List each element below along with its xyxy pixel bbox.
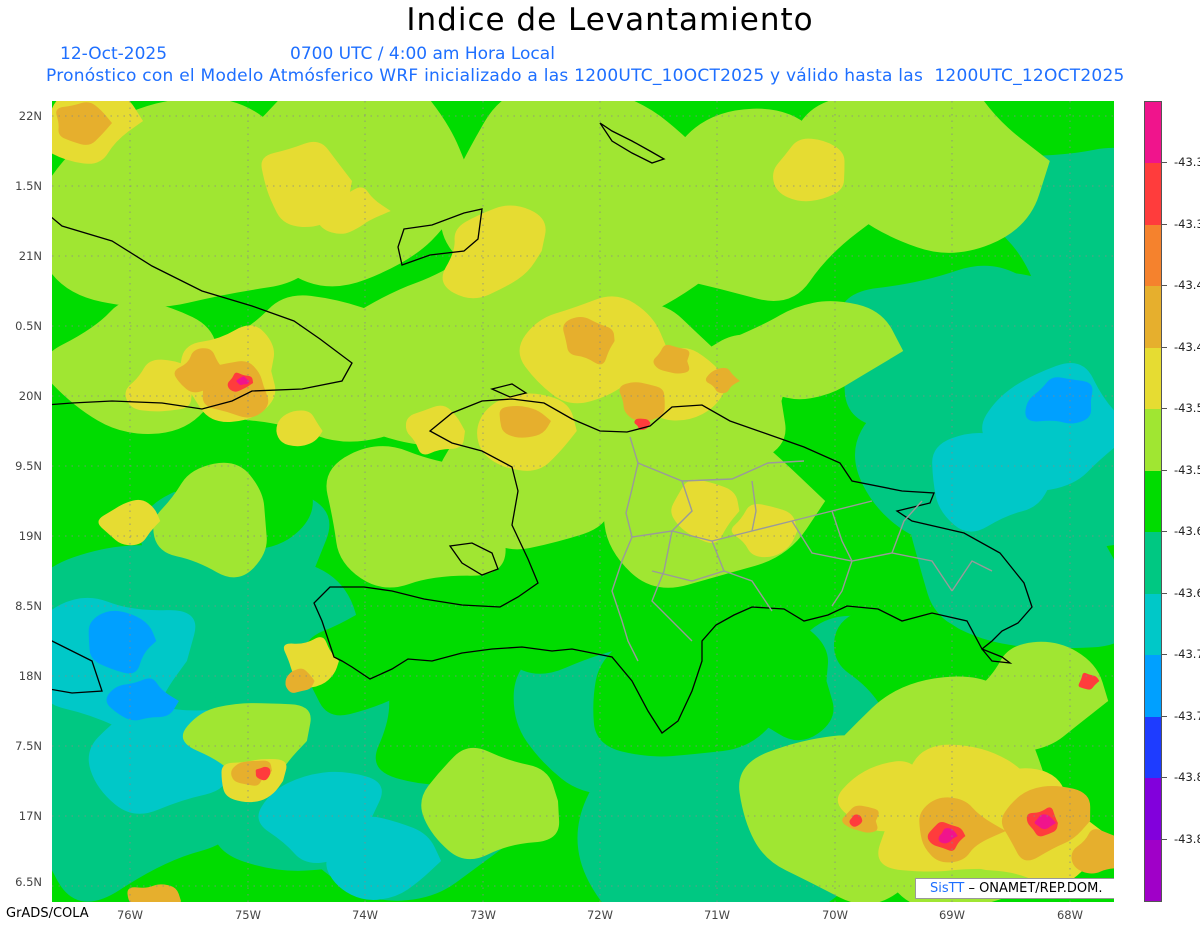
colorbar-tick: [1162, 285, 1167, 287]
colorbar-tick: [1162, 346, 1167, 348]
map-field: [52, 101, 1114, 902]
colorbar-box: [1145, 655, 1161, 718]
colorbar-label: -43.6: [1174, 524, 1200, 539]
colorbar-tick: [1162, 592, 1167, 594]
lat-label: 1.5N: [15, 179, 42, 193]
colorbar-box: [1145, 532, 1161, 595]
colorbar-label: -43.3: [1174, 155, 1200, 170]
map-title: Indice de Levantamiento: [406, 2, 814, 38]
colorbar-tick: [1162, 715, 1167, 717]
colorbar-label: -43.8: [1174, 831, 1200, 846]
colorbar-box: [1145, 716, 1161, 779]
lat-label: 6.5N: [15, 875, 42, 889]
credit-org: – ONAMET/REP.DOM.: [968, 881, 1103, 896]
lat-label: 22N: [18, 109, 42, 123]
colorbar-tick: [1162, 838, 1167, 840]
lon-label: 73W: [469, 908, 496, 922]
colorbar-tick: [1162, 777, 1167, 779]
colorbar-box: [1145, 593, 1161, 656]
lat-label: 17N: [18, 809, 42, 823]
lon-label: 71W: [703, 908, 730, 922]
colorbar-box: [1145, 347, 1161, 410]
lon-label: 76W: [116, 908, 143, 922]
colorbar-label: -43.8: [1174, 770, 1200, 785]
colorbar-label: -43.4: [1174, 278, 1200, 293]
colorbar-tick: [1162, 162, 1167, 164]
lifted-index-map: SisTT – ONAMET/REP.DOM.: [52, 101, 1114, 902]
colorbar-box: [1145, 286, 1161, 349]
colorbar-box: [1145, 470, 1161, 533]
contour-field: [52, 101, 1114, 902]
lat-label: 21N: [18, 249, 42, 263]
colorbar-tick: [1162, 531, 1167, 533]
colorbar-box: [1145, 409, 1161, 472]
colorbar-box: [1145, 102, 1161, 164]
lat-label: 18N: [18, 669, 42, 683]
lon-label: 70W: [821, 908, 848, 922]
colorbar-tick: [1162, 654, 1167, 656]
colorbar-label: -43.5: [1174, 462, 1200, 477]
colorbar-box: [1145, 839, 1161, 902]
colorbar-label: -43.6: [1174, 585, 1200, 600]
lat-label: 0.5N: [15, 319, 42, 333]
colorbar-label: -43.3: [1174, 216, 1200, 231]
lon-label: 68W: [1056, 908, 1083, 922]
colorbar-label: -43.5: [1174, 401, 1200, 416]
colorbar-label: -43.7: [1174, 647, 1200, 662]
colorbar-label: -43.7: [1174, 708, 1200, 723]
colorbar-box: [1145, 224, 1161, 287]
lon-label: 75W: [234, 908, 261, 922]
colorbar-label: -43.4: [1174, 339, 1200, 354]
lat-label: 20N: [18, 389, 42, 403]
colorbar-box: [1145, 163, 1161, 226]
colorbar-tick: [1162, 223, 1167, 225]
lat-label: 19N: [18, 529, 42, 543]
sistt-logo: SisTT: [930, 881, 965, 896]
grads-footer: GrADS/COLA: [6, 906, 89, 921]
colorbar-tick: [1162, 408, 1167, 410]
lon-label: 74W: [351, 908, 378, 922]
colorbar-box: [1145, 778, 1161, 841]
credit-box: SisTT – ONAMET/REP.DOM.: [915, 878, 1114, 899]
lon-label: 69W: [938, 908, 965, 922]
lat-label: 8.5N: [15, 599, 42, 613]
model-caption: Pronóstico con el Modelo Atmósferico WRF…: [46, 66, 1125, 86]
forecast-time: 0700 UTC / 4:00 am Hora Local: [290, 44, 555, 64]
lat-label: 9.5N: [15, 459, 42, 473]
lat-label: 7.5N: [15, 739, 42, 753]
forecast-date: 12-Oct-2025: [60, 44, 168, 64]
colorbar-tick: [1162, 469, 1167, 471]
lon-label: 72W: [586, 908, 613, 922]
colorbar: [1144, 101, 1162, 902]
